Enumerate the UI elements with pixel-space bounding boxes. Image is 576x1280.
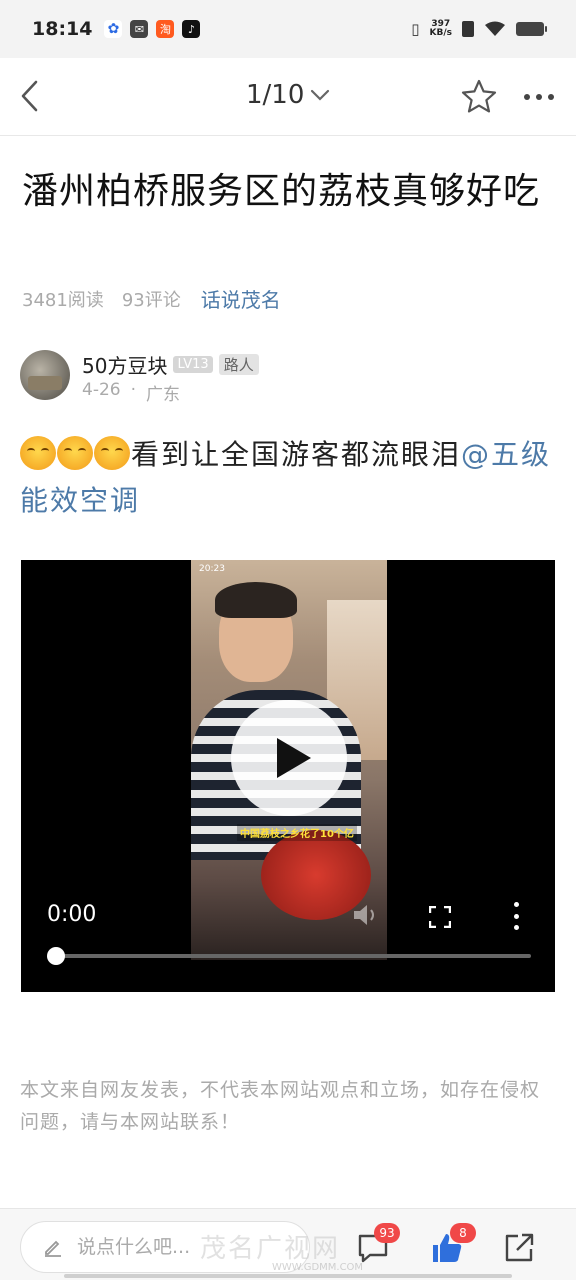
meta-separator: ·	[130, 380, 136, 400]
home-indicator[interactable]	[64, 1274, 512, 1278]
status-right: ▯ 397 KB/s	[411, 20, 547, 38]
vibrate-icon: ▯	[411, 20, 420, 38]
comment-count: 93评论	[121, 289, 181, 311]
like-count-badge: 8	[450, 1223, 476, 1243]
level-badge: LV13	[173, 356, 213, 373]
post-date: 4-26	[82, 380, 121, 400]
article-title: 潘州柏桥服务区的荔枝真够好吃	[22, 171, 541, 212]
disclaimer-text: 本文来自网友发表，不代表本网站观点和立场，如存在侵权问题，请与本网站联系！	[20, 1079, 541, 1133]
thumbnail-status-time: 20:23	[199, 564, 225, 574]
author-avatar[interactable]	[20, 350, 70, 400]
more-options-button[interactable]	[518, 78, 560, 116]
role-badge: 路人	[218, 354, 259, 375]
status-app-icons: ✿ ✉ 淘 ♪	[104, 20, 201, 38]
crying-laughing-emoji-icon	[57, 436, 93, 470]
status-time: 18:14	[32, 18, 93, 40]
comments-button[interactable]: 93	[356, 1223, 400, 1265]
chevron-down-icon	[311, 89, 330, 101]
dot-icon	[513, 902, 519, 907]
post-body-text: 看到让全国游客都流眼泪	[131, 438, 462, 471]
like-button[interactable]: 8	[430, 1223, 476, 1265]
dot-icon	[524, 94, 530, 100]
thumbnail-hair	[215, 582, 297, 618]
author-name[interactable]: 50方豆块	[82, 350, 167, 379]
video-progress-bar[interactable]	[55, 954, 531, 958]
thumbnail-caption: 中国荔枝之乡花了10个亿	[237, 824, 357, 841]
dot-icon	[513, 913, 519, 919]
read-count: 3481阅读	[22, 289, 104, 311]
page-indicator-text: 1/10	[246, 80, 305, 110]
nav-bar: 1/10	[0, 58, 576, 136]
watermark-logo: 茂名广视网	[200, 1234, 341, 1264]
back-button[interactable]	[14, 78, 50, 114]
post-location: 广东	[146, 385, 180, 405]
video-more-button[interactable]	[511, 902, 521, 930]
watermark-url: WWW.GDMM.COM	[272, 1262, 364, 1273]
taobao-icon: 淘	[156, 20, 175, 38]
dot-icon	[513, 925, 519, 930]
post-meta: 4-26 · 广东	[82, 380, 180, 405]
crying-laughing-emoji-icon	[94, 436, 130, 470]
volume-icon[interactable]	[351, 900, 381, 930]
page-indicator[interactable]: 1/10	[246, 80, 330, 110]
tiktok-icon: ♪	[182, 20, 201, 38]
baidu-icon: ✿	[104, 20, 123, 38]
play-icon	[277, 738, 311, 778]
crying-laughing-emoji-icon	[20, 436, 56, 470]
share-button[interactable]	[502, 1231, 536, 1265]
net-speed-unit: KB/s	[429, 28, 452, 38]
video-progress-knob[interactable]	[47, 947, 65, 965]
play-button[interactable]	[231, 700, 347, 816]
dot-icon	[536, 94, 542, 100]
author-info: 50方豆块 LV13 路人	[82, 350, 259, 379]
video-player[interactable]: 20:23 中国荔枝之乡花了10个亿 0:00	[21, 560, 555, 992]
dot-icon	[548, 94, 554, 100]
pencil-icon	[45, 1240, 61, 1257]
article-meta: 3481阅读 93评论 话说茂名	[22, 284, 281, 313]
post-body: 看到让全国游客都流眼泪@五级能效空调	[20, 432, 560, 524]
mail-icon: ✉	[130, 20, 149, 38]
wifi-icon	[485, 21, 505, 36]
sim-icon	[462, 21, 474, 37]
video-current-time: 0:00	[47, 902, 97, 927]
fullscreen-icon[interactable]	[429, 906, 451, 928]
favorite-star-button[interactable]	[460, 78, 498, 116]
topic-link[interactable]: 话说茂名	[201, 284, 281, 313]
battery-icon	[516, 22, 547, 36]
comment-count-badge: 93	[374, 1223, 400, 1243]
net-speed: 397 KB/s	[430, 20, 452, 38]
status-bar: 18:14 ✿ ✉ 淘 ♪ ▯ 397 KB/s	[0, 0, 576, 58]
